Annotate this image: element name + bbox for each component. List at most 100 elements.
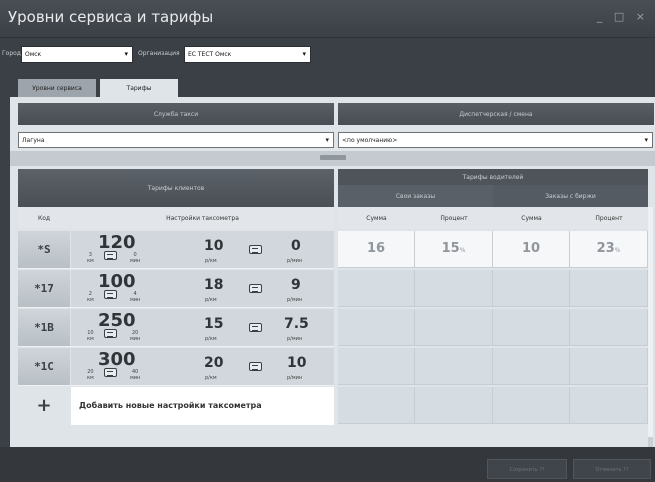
service-header: Служба такси (18, 103, 334, 125)
taximeter-settings: 250 10 км 20 мин 15 р/км 7.5 р/мин (71, 309, 334, 346)
unit-per-min: р/мин (287, 375, 303, 381)
taximeter-icon (249, 245, 262, 254)
plus-icon[interactable]: + (18, 387, 70, 425)
empty-cell[interactable] (338, 387, 415, 424)
price-per-km: 10 (204, 238, 224, 254)
empty-cell[interactable] (415, 270, 493, 307)
base-fare: 250 (98, 310, 136, 331)
city-value: Омск (25, 51, 42, 58)
scrollbar-thumb[interactable] (648, 207, 653, 437)
tab-service-levels[interactable]: Уровни сервиса (18, 79, 96, 97)
exchange-orders-header: Заказы с биржи (493, 185, 648, 207)
ex-sum-value: 10 (521, 241, 541, 256)
empty-cell[interactable] (493, 387, 570, 424)
add-taximeter-label[interactable]: Добавить новые настройки таксометра (71, 387, 334, 425)
bottom-bar: Сохранить ?? Отменить ?? (0, 447, 655, 482)
min-included: 4 мин (130, 291, 141, 303)
price-per-min: 7.5 (284, 316, 309, 332)
dispatch-select[interactable]: <по умолчанию> ▾ (338, 132, 653, 148)
taximeter-settings: 100 2 км 4 мин 18 р/км 9 р/мин (71, 270, 334, 307)
empty-cell[interactable] (493, 309, 570, 346)
driver-tariffs-header: Тарифы водителей (338, 169, 648, 185)
km-included: 10 км (87, 330, 94, 342)
taximeter-icon (249, 323, 262, 332)
vertical-scrollbar[interactable] (648, 207, 653, 447)
filter-bar: Город Омск ▾ Организация ЕС ТЕСТ Омск ▾ (0, 44, 655, 66)
empty-cell[interactable] (570, 387, 648, 424)
taximeter-icon (104, 329, 117, 338)
cancel-button[interactable]: Отменить ?? (573, 459, 651, 479)
own-sum-value: 16 (366, 241, 386, 256)
ex-sum-cell[interactable]: 10 (493, 231, 570, 268)
base-fare: 100 (98, 271, 136, 292)
ex-pct-cell[interactable]: 23% (570, 231, 648, 268)
own-pct-cell[interactable]: 15% (415, 231, 493, 268)
empty-cell[interactable] (415, 387, 493, 424)
org-select[interactable]: ЕС ТЕСТ Омск ▾ (184, 46, 311, 63)
empty-cell[interactable] (338, 309, 415, 346)
empty-cell[interactable] (338, 270, 415, 307)
add-taximeter-row[interactable]: + Добавить новые настройки таксометра (18, 387, 334, 425)
col-own-sum-header: Сумма (338, 207, 415, 229)
taximeter-icon (104, 251, 117, 260)
title-bar: Уровни сервиса и тарифы _ □ × (0, 0, 655, 38)
unit-per-min: р/мин (287, 336, 303, 342)
taximeter-icon (104, 368, 117, 377)
service-value: Лагуна (22, 137, 45, 144)
unit-per-min: р/мин (287, 297, 303, 303)
empty-cell[interactable] (415, 309, 493, 346)
min-included: 40 мин (130, 369, 141, 381)
tariff-code: *1C (18, 348, 70, 385)
window-title: Уровни сервиса и тарифы (8, 8, 214, 26)
price-per-min: 10 (287, 355, 307, 371)
tab-bar: Уровни сервиса Тарифы (0, 77, 655, 97)
price-per-km: 18 (204, 277, 224, 293)
tariff-row[interactable]: *1C 300 20 км 40 мин 20 р/км 10 р/мин (18, 348, 334, 386)
tariff-code: *17 (18, 270, 70, 307)
price-per-km: 15 (204, 316, 224, 332)
dispatch-value: <по умолчанию> (342, 137, 398, 144)
row-divider (18, 268, 334, 269)
tariff-row[interactable]: *1B 250 10 км 20 мин 15 р/км 7.5 р/мин (18, 309, 334, 347)
client-tariffs-header: Тарифы клиентов (18, 169, 334, 207)
app-window: Уровни сервиса и тарифы _ □ × Город Омск… (0, 0, 655, 482)
empty-cell[interactable] (570, 348, 648, 385)
own-sum-cell[interactable]: 16 (338, 231, 415, 268)
row-divider (18, 346, 334, 347)
chevron-down-icon: ▾ (644, 136, 648, 144)
window-controls[interactable]: _ □ × (597, 10, 649, 23)
tariff-code: *S (18, 231, 70, 268)
empty-cell[interactable] (338, 348, 415, 385)
taximeter-icon (249, 362, 262, 371)
empty-cell[interactable] (415, 348, 493, 385)
price-per-min: 9 (291, 277, 301, 293)
tariff-row[interactable]: *17 100 2 км 4 мин 18 р/км 9 р/мин (18, 270, 334, 308)
splitter-grip-icon[interactable] (320, 155, 346, 160)
price-per-km: 20 (204, 355, 224, 371)
tab-tariffs[interactable]: Тарифы (100, 79, 178, 97)
col-ex-sum-header: Сумма (493, 207, 570, 229)
city-select[interactable]: Омск ▾ (21, 46, 133, 63)
col-ex-pct-header: Процент (570, 207, 648, 229)
chevron-down-icon: ▾ (325, 136, 329, 144)
save-button[interactable]: Сохранить ?? (487, 459, 567, 479)
unit-per-km: р/км (205, 297, 217, 303)
empty-cell[interactable] (570, 309, 648, 346)
empty-cell[interactable] (493, 348, 570, 385)
min-included: 20 мин (130, 330, 141, 342)
tariff-row[interactable]: *S 120 3 км 0 мин 10 р/км 0 р/мин (18, 231, 334, 269)
service-select[interactable]: Лагуна ▾ (18, 132, 334, 148)
col-own-pct-header: Процент (415, 207, 493, 229)
unit-per-km: р/км (205, 336, 217, 342)
empty-cell[interactable] (570, 270, 648, 307)
tariff-code: *1B (18, 309, 70, 346)
unit-per-km: р/км (205, 258, 217, 264)
unit-per-min: р/мин (287, 258, 303, 264)
taximeter-icon (249, 284, 262, 293)
base-fare: 120 (98, 232, 136, 253)
splitter[interactable] (10, 151, 655, 166)
taximeter-settings: 300 20 км 40 мин 20 р/км 10 р/мин (71, 348, 334, 385)
empty-cell[interactable] (493, 270, 570, 307)
base-fare: 300 (98, 349, 136, 370)
ex-pct-value: 23% (596, 241, 621, 256)
